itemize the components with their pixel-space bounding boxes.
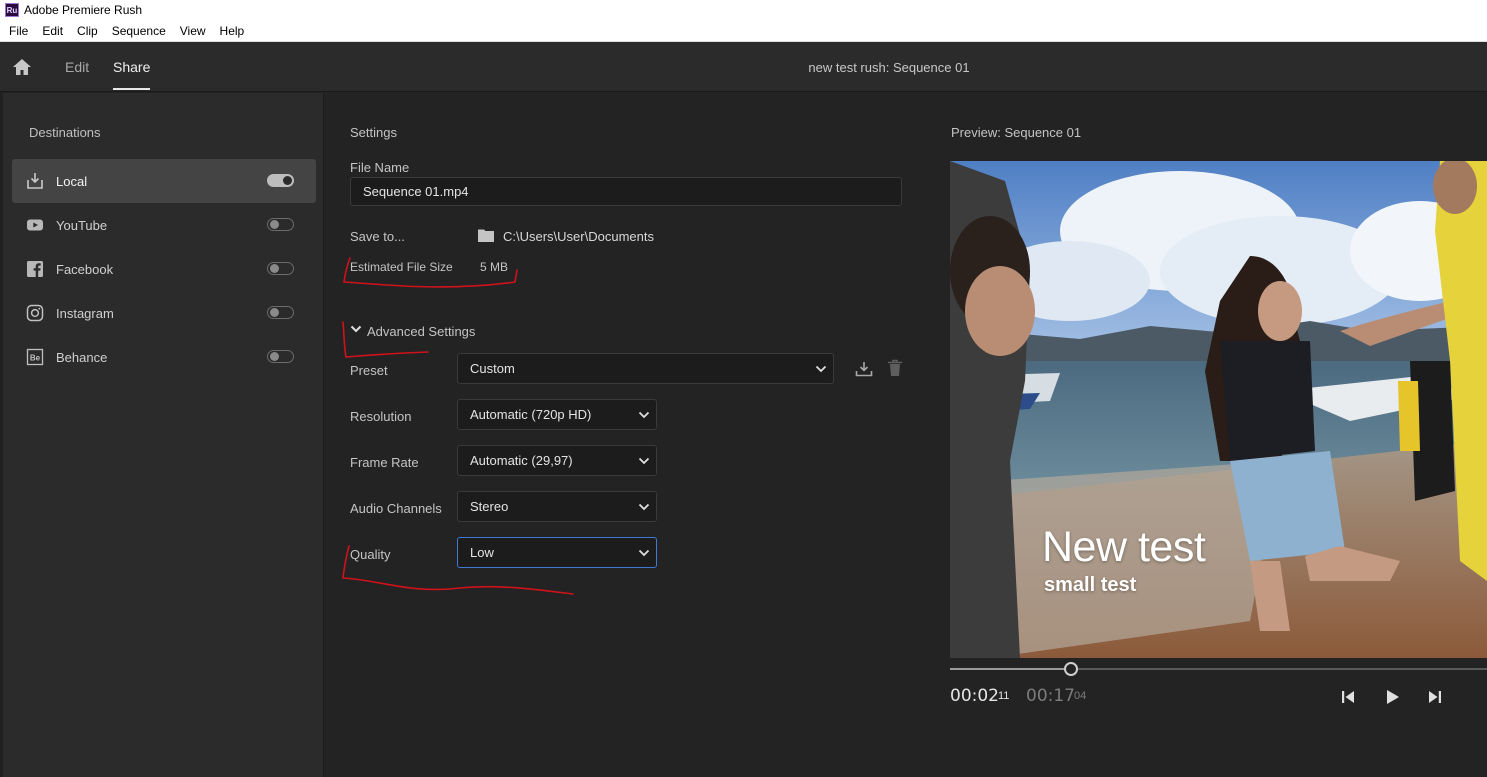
resolution-select[interactable]: Automatic (720p HD): [457, 399, 657, 430]
menu-edit[interactable]: Edit: [34, 24, 69, 38]
chevron-down-icon: [638, 457, 650, 465]
frame-rate-value: Automatic (29,97): [470, 453, 573, 468]
menu-sequence[interactable]: Sequence: [104, 24, 172, 38]
chevron-down-icon: [638, 503, 650, 511]
current-time: 00:02: [950, 686, 999, 706]
destinations-sidebar: Destinations Local YouTube Facebook Inst…: [3, 93, 324, 777]
current-time-frames: 11: [998, 690, 1010, 702]
destinations-heading: Destinations: [29, 125, 101, 140]
instagram-icon: [26, 304, 44, 322]
chevron-down-icon: [815, 365, 827, 373]
menu-clip[interactable]: Clip: [69, 24, 104, 38]
audio-channels-label: Audio Channels: [350, 501, 442, 516]
video-overlay-subtitle: small test: [1044, 574, 1137, 596]
menu-bar: File Edit Clip Sequence View Help: [0, 20, 1487, 42]
estimated-size-label: Estimated File Size: [350, 260, 453, 274]
youtube-toggle[interactable]: [267, 218, 294, 231]
save-path[interactable]: C:\Users\User\Documents: [503, 229, 654, 244]
destination-local[interactable]: Local: [12, 159, 316, 203]
title-bar: Ru Adobe Premiere Rush: [0, 0, 1487, 20]
settings-heading: Settings: [350, 125, 397, 140]
destination-instagram[interactable]: Instagram: [12, 291, 316, 335]
menu-view[interactable]: View: [172, 24, 212, 38]
destination-label: Local: [56, 174, 88, 189]
quality-select[interactable]: Low: [457, 537, 657, 568]
play-icon[interactable]: [1383, 688, 1401, 706]
menu-file[interactable]: File: [0, 24, 34, 38]
chevron-down-icon[interactable]: [350, 324, 362, 334]
preview-title: Preview: Sequence 01: [951, 125, 1082, 140]
instagram-toggle[interactable]: [267, 306, 294, 319]
save-to-label[interactable]: Save to...: [350, 229, 405, 244]
menu-help[interactable]: Help: [212, 24, 251, 38]
step-back-icon[interactable]: [1339, 688, 1357, 706]
active-tab-indicator: [113, 88, 150, 90]
app-title: Adobe Premiere Rush: [24, 3, 143, 17]
svg-text:Be: Be: [30, 354, 41, 363]
destination-label: Facebook: [56, 262, 114, 277]
total-duration: 00:17: [1026, 686, 1075, 706]
preset-label: Preset: [350, 363, 388, 378]
top-nav: Edit Share new test rush: Sequence 01: [0, 42, 1487, 92]
destination-label: Instagram: [56, 306, 114, 321]
destination-facebook[interactable]: Facebook: [12, 247, 316, 291]
save-preset-icon[interactable]: [855, 360, 873, 378]
trash-icon[interactable]: [887, 359, 903, 377]
preview-video[interactable]: New test small test: [950, 161, 1487, 658]
download-icon: [27, 173, 43, 189]
chevron-down-icon: [638, 411, 650, 419]
scrubber-progress: [950, 668, 1071, 670]
preset-value: Custom: [470, 361, 515, 376]
frame-rate-select[interactable]: Automatic (29,97): [457, 445, 657, 476]
audio-channels-value: Stereo: [470, 499, 509, 514]
chevron-down-icon: [638, 549, 650, 557]
frame-rate-label: Frame Rate: [350, 455, 419, 470]
behance-icon: Be: [26, 348, 44, 366]
video-frame-image: [950, 161, 1487, 658]
step-forward-icon[interactable]: [1426, 688, 1444, 706]
file-name-input[interactable]: Sequence 01.mp4: [350, 177, 902, 206]
preset-select[interactable]: Custom: [457, 353, 834, 384]
estimated-size-value: 5 MB: [480, 260, 509, 274]
youtube-icon: [27, 219, 43, 231]
resolution-value: Automatic (720p HD): [470, 407, 592, 422]
total-duration-frames: 04: [1074, 690, 1087, 702]
video-overlay-title: New test: [1042, 523, 1206, 571]
file-name-label: File Name: [350, 160, 410, 175]
playhead-handle[interactable]: [1064, 662, 1078, 676]
destination-behance[interactable]: Be Behance: [12, 335, 316, 379]
behance-toggle[interactable]: [267, 350, 294, 363]
sequence-title: new test rush: Sequence 01: [808, 60, 970, 75]
resolution-label: Resolution: [350, 409, 412, 424]
facebook-toggle[interactable]: [267, 262, 294, 275]
destination-label: Behance: [56, 350, 108, 365]
app-logo: Ru: [5, 3, 19, 17]
quality-label: Quality: [350, 547, 391, 562]
destination-youtube[interactable]: YouTube: [12, 203, 316, 247]
facebook-icon: [27, 261, 43, 277]
audio-channels-select[interactable]: Stereo: [457, 491, 657, 522]
settings-panel: Settings File Name Sequence 01.mp4 Save …: [325, 93, 925, 777]
destination-label: YouTube: [56, 218, 108, 233]
quality-value: Low: [470, 545, 494, 560]
local-toggle[interactable]: [267, 174, 294, 187]
advanced-settings-toggle[interactable]: Advanced Settings: [367, 324, 475, 339]
folder-icon[interactable]: [478, 228, 494, 242]
